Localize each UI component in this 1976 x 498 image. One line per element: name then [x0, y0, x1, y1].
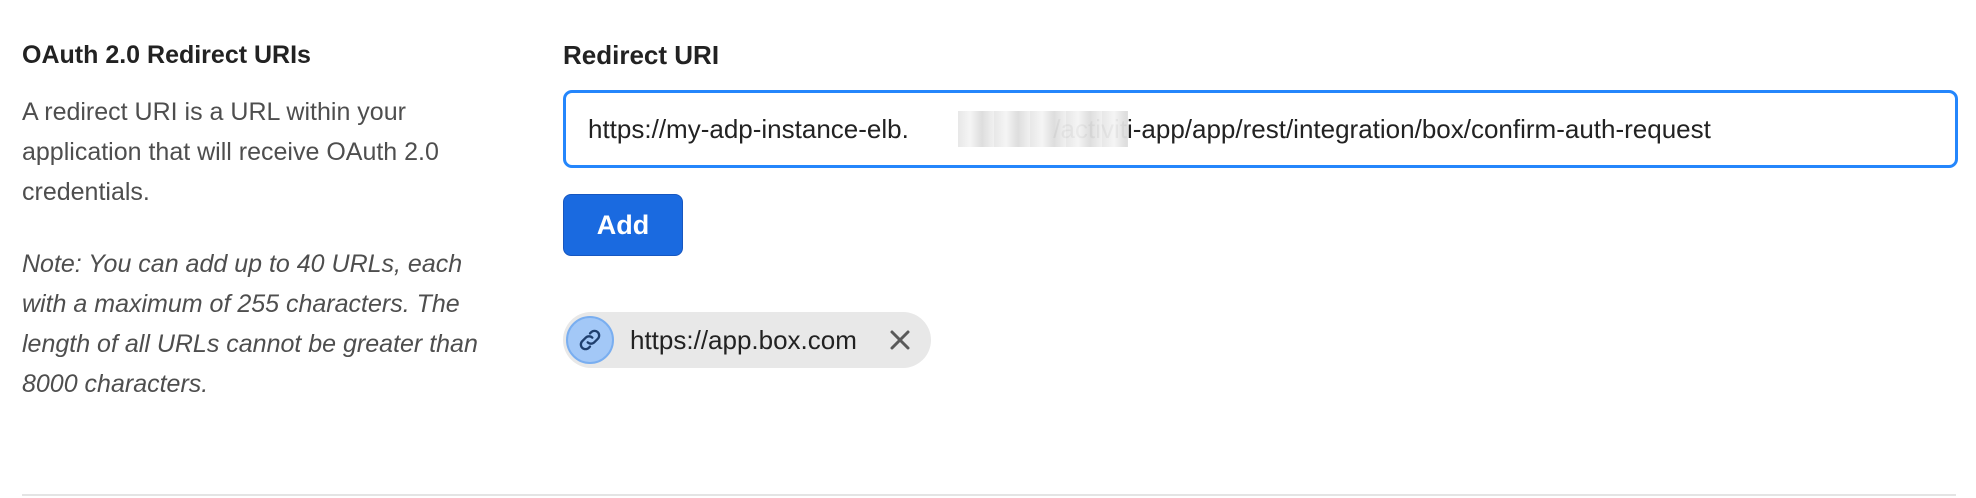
redirect-uri-chip-label: https://app.box.com	[630, 324, 857, 355]
redirect-uri-chip: https://app.box.com	[563, 312, 931, 368]
redirect-uri-input-wrapper	[563, 90, 1958, 168]
redirect-uri-form: Redirect URI Add https://app.box.com	[563, 38, 1958, 368]
redirect-uri-settings-section: OAuth 2.0 Redirect URIs A redirect URI i…	[0, 0, 1976, 498]
section-note: Note: You can add up to 40 URLs, each wi…	[22, 250, 478, 398]
add-button[interactable]: Add	[563, 194, 683, 256]
section-description: A redirect URI is a URL within your appl…	[22, 98, 439, 206]
redacted-region	[958, 111, 1128, 147]
close-icon[interactable]	[885, 325, 915, 355]
redirect-uri-input[interactable]	[566, 93, 1955, 165]
section-info: OAuth 2.0 Redirect URIs A redirect URI i…	[22, 38, 502, 404]
link-icon	[566, 316, 614, 364]
section-divider	[22, 494, 1956, 496]
redirect-uri-label: Redirect URI	[563, 40, 720, 70]
redirect-uri-list: https://app.box.com	[563, 312, 1958, 368]
section-title: OAuth 2.0 Redirect URIs	[22, 41, 311, 69]
